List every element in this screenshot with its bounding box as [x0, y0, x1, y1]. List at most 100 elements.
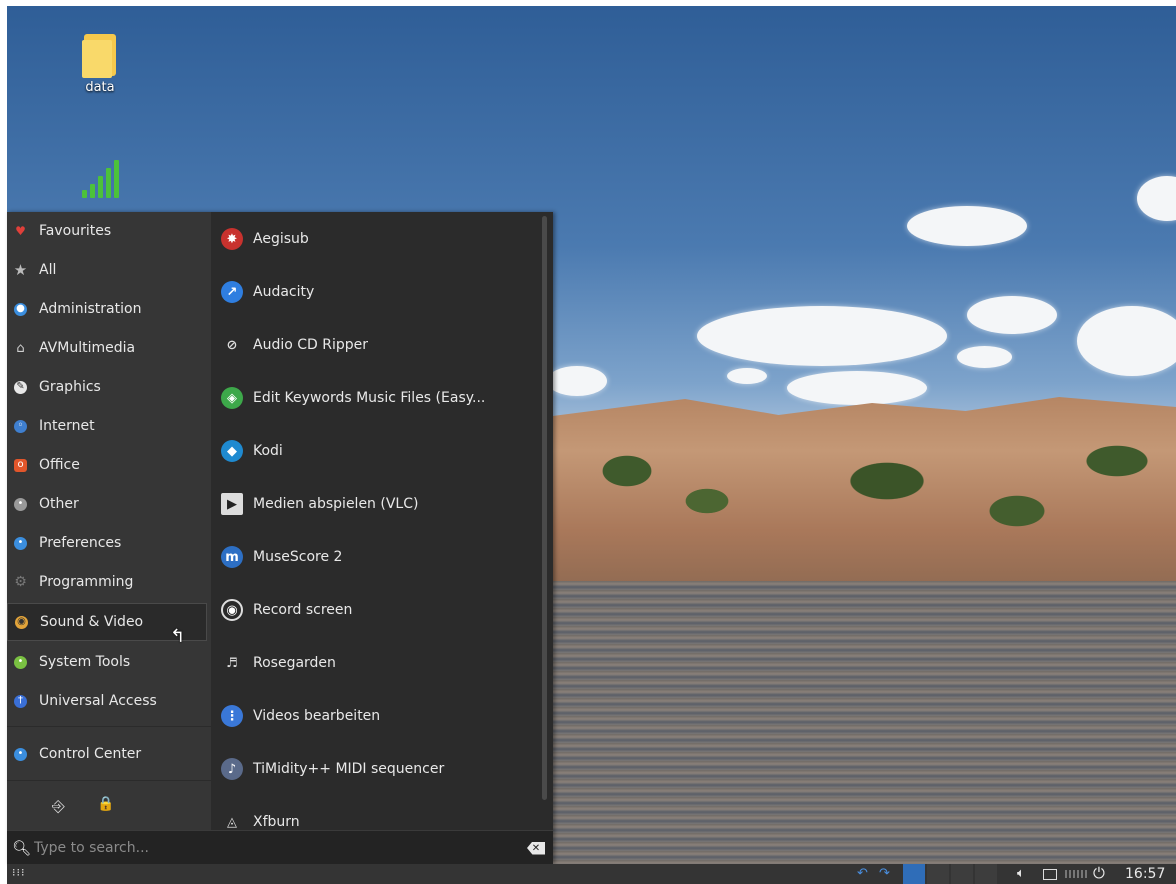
xfburn-icon: ◬: [227, 814, 237, 830]
workspace-4[interactable]: [975, 864, 997, 884]
music-note-icon: ♬: [226, 655, 238, 671]
category-list: ♥ Favourites ★ All ● Administration ⌂ AV…: [7, 212, 211, 830]
category-programming[interactable]: ⚙ Programming: [7, 563, 207, 601]
category-label: Administration: [39, 301, 142, 317]
category-system-tools[interactable]: • System Tools: [7, 643, 207, 681]
obs-icon: ◉: [221, 599, 243, 621]
app-label: MuseScore 2: [253, 549, 343, 565]
star-icon: ★: [13, 260, 28, 279]
session-actions: ⎆ 🔒: [7, 788, 211, 828]
video-editor-icon: ⋮: [221, 705, 243, 727]
category-internet[interactable]: ◦ Internet: [7, 407, 207, 445]
universal-access-icon: †: [14, 694, 27, 708]
cloud: [547, 366, 607, 396]
category-other[interactable]: • Other: [7, 485, 207, 523]
app-item[interactable]: ◆ Kodi: [221, 431, 537, 471]
app-label: Edit Keywords Music Files (Easy...: [253, 390, 486, 406]
app-item[interactable]: ◈ Edit Keywords Music Files (Easy...: [221, 378, 537, 418]
app-label: Audio CD Ripper: [253, 337, 369, 353]
redo-icon[interactable]: ↷: [879, 866, 890, 881]
desktop-icon-network[interactable]: [65, 156, 135, 198]
system-tools-icon: •: [14, 655, 27, 669]
control-center-icon: •: [14, 747, 27, 761]
category-office[interactable]: o Office: [7, 446, 207, 484]
home-icon: ⌂: [16, 340, 25, 356]
workspace-1[interactable]: [903, 864, 925, 884]
category-all[interactable]: ★ All: [7, 251, 207, 289]
category-label: Office: [39, 457, 80, 473]
app-item[interactable]: ♪ TiMidity++ MIDI sequencer: [221, 749, 537, 789]
app-label: Record screen: [253, 602, 353, 618]
mouse-cursor-icon: ↰: [170, 626, 186, 647]
cpu-graph-icon: [1065, 870, 1087, 878]
cloud: [907, 206, 1027, 246]
category-label: System Tools: [39, 654, 131, 670]
undo-icon[interactable]: ↶: [857, 866, 868, 881]
volume-icon[interactable]: 🔈︎: [1017, 866, 1025, 881]
app-label: Kodi: [253, 443, 283, 459]
app-item[interactable]: ⋮ Videos bearbeiten: [221, 696, 537, 736]
audacity-icon: ↗: [221, 281, 243, 303]
folder-icon: [82, 34, 116, 78]
musescore-icon: m: [221, 546, 243, 568]
graphics-icon: ✎: [14, 380, 27, 394]
logout-icon[interactable]: ⎆: [52, 796, 65, 816]
desktop-icon-label: data: [85, 80, 115, 95]
category-favourites[interactable]: ♥ Favourites: [7, 212, 207, 250]
desktop-icon-data[interactable]: data: [65, 34, 135, 95]
category-graphics[interactable]: ✎ Graphics: [7, 368, 207, 406]
workspace-3[interactable]: [951, 864, 973, 884]
app-item[interactable]: ✸ Aegisub: [221, 219, 537, 259]
clock[interactable]: 16:57: [1125, 866, 1165, 882]
app-item[interactable]: ↗ Audacity: [221, 272, 537, 312]
cloud: [1137, 176, 1176, 221]
category-preferences[interactable]: • Preferences: [7, 524, 207, 562]
category-avmultimedia[interactable]: ⌂ AVMultimedia: [7, 329, 207, 367]
app-menu-grid-icon[interactable]: ⁝⁝⁝: [12, 866, 26, 879]
category-administration[interactable]: ● Administration: [7, 290, 207, 328]
app-item[interactable]: ▶ Medien abspielen (VLC): [221, 484, 537, 524]
search-input[interactable]: [30, 840, 527, 856]
category-label: Universal Access: [39, 693, 157, 709]
display-icon[interactable]: [1043, 869, 1057, 880]
programming-icon: ⚙: [14, 574, 27, 590]
workspace-2[interactable]: [927, 864, 949, 884]
search-icon: 🔍︎: [12, 839, 32, 857]
app-item[interactable]: ◬ Xfburn: [221, 802, 537, 830]
category-universal-access[interactable]: † Universal Access: [7, 682, 207, 720]
app-item[interactable]: ♬ Rosegarden: [221, 643, 537, 683]
administration-icon: ●: [14, 302, 27, 316]
app-list-scrollbar[interactable]: [542, 216, 547, 800]
wifi-signal-icon: [65, 156, 135, 198]
power-icon[interactable]: ⏻: [1093, 864, 1105, 882]
cd-ripper-icon: ⊘: [226, 337, 238, 353]
category-control-center[interactable]: • Control Center: [7, 735, 207, 773]
timidity-icon: ♪: [221, 758, 243, 780]
app-label: Aegisub: [253, 231, 309, 247]
preferences-icon: •: [14, 536, 27, 550]
cloud: [1077, 306, 1176, 376]
app-item[interactable]: ◉ Record screen: [221, 590, 537, 630]
category-label: Other: [39, 496, 79, 512]
clear-search-icon[interactable]: ✕: [527, 841, 545, 855]
application-menu: ♥ Favourites ★ All ● Administration ⌂ AV…: [7, 212, 553, 865]
category-separator: [7, 780, 211, 781]
search-bar: 🔍︎ ✕: [7, 830, 553, 865]
app-item[interactable]: ⊘ Audio CD Ripper: [221, 325, 537, 365]
category-label: Graphics: [39, 379, 101, 395]
internet-icon: ◦: [14, 419, 27, 433]
app-label: Videos bearbeiten: [253, 708, 381, 724]
category-separator: [7, 726, 211, 727]
lock-icon[interactable]: 🔒: [97, 796, 114, 812]
category-label: Sound & Video: [40, 614, 144, 630]
app-label: Medien abspielen (VLC): [253, 496, 419, 512]
category-label: Favourites: [39, 223, 112, 239]
cloud: [787, 371, 927, 405]
app-label: Rosegarden: [253, 655, 336, 671]
sound-video-icon: ◉: [15, 615, 28, 629]
category-label: Preferences: [39, 535, 122, 551]
other-icon: •: [14, 497, 27, 511]
app-label: Audacity: [253, 284, 315, 300]
category-label: Internet: [39, 418, 95, 434]
app-item[interactable]: m MuseScore 2: [221, 537, 537, 577]
